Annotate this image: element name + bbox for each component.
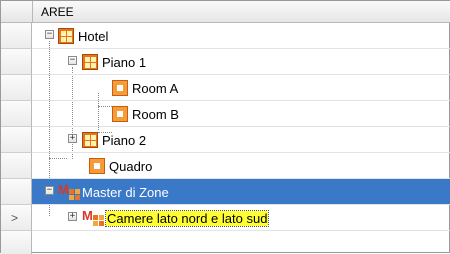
- tree-row-room-b[interactable]: Room B: [32, 101, 450, 127]
- master-zone-icon: M: [82, 208, 104, 226]
- tree-row-camere[interactable]: + M Camere lato nord e lato sud: [32, 205, 450, 231]
- tree-grid: AREE > − Hotel − Piano 1 Room A Room B +…: [0, 0, 450, 254]
- collapse-icon[interactable]: −: [68, 56, 77, 65]
- column-header-aree[interactable]: AREE: [41, 5, 74, 19]
- row-header[interactable]: [1, 231, 32, 254]
- header-corner: [1, 1, 33, 22]
- tree-node-label[interactable]: Piano 2: [102, 133, 146, 148]
- tree-row-quadro[interactable]: Quadro: [32, 153, 450, 179]
- row-header[interactable]: [1, 153, 32, 179]
- expand-icon[interactable]: +: [68, 134, 77, 143]
- collapse-icon[interactable]: −: [45, 186, 54, 195]
- tree-node-label[interactable]: Quadro: [109, 159, 152, 174]
- tree-node-label[interactable]: Piano 1: [102, 55, 146, 70]
- tree-row-hotel[interactable]: − Hotel: [32, 23, 450, 49]
- expand-icon[interactable]: +: [68, 212, 77, 221]
- tree-row-master-di-zone[interactable]: − M Master di Zone: [32, 179, 450, 205]
- tree-node-label[interactable]: Hotel: [78, 29, 108, 44]
- tree-row-piano-2[interactable]: + Piano 2: [32, 127, 450, 153]
- room-icon: [89, 158, 105, 174]
- building-icon: [58, 28, 74, 44]
- tree-node-label[interactable]: Room A: [132, 81, 178, 96]
- collapse-icon[interactable]: −: [45, 30, 54, 39]
- room-icon: [112, 80, 128, 96]
- building-icon: [82, 54, 98, 70]
- tree-row-room-a[interactable]: Room A: [32, 75, 450, 101]
- tree-node-label[interactable]: Room B: [132, 107, 179, 122]
- row-header-current[interactable]: >: [1, 205, 32, 231]
- row-header[interactable]: [1, 23, 32, 49]
- grid-header: AREE: [1, 1, 450, 23]
- tree-row-piano-1[interactable]: − Piano 1: [32, 49, 450, 75]
- row-header[interactable]: [1, 101, 32, 127]
- empty-row: [32, 231, 450, 254]
- master-zone-icon: M: [58, 182, 80, 200]
- building-icon: [82, 132, 98, 148]
- row-header[interactable]: [1, 179, 32, 205]
- row-header[interactable]: [1, 75, 32, 101]
- row-header[interactable]: [1, 127, 32, 153]
- tree-node-label[interactable]: Master di Zone: [82, 185, 169, 200]
- row-header[interactable]: [1, 49, 32, 75]
- current-row-indicator: >: [11, 211, 19, 225]
- tree-node-label-editing[interactable]: Camere lato nord e lato sud: [104, 209, 270, 227]
- room-icon: [112, 106, 128, 122]
